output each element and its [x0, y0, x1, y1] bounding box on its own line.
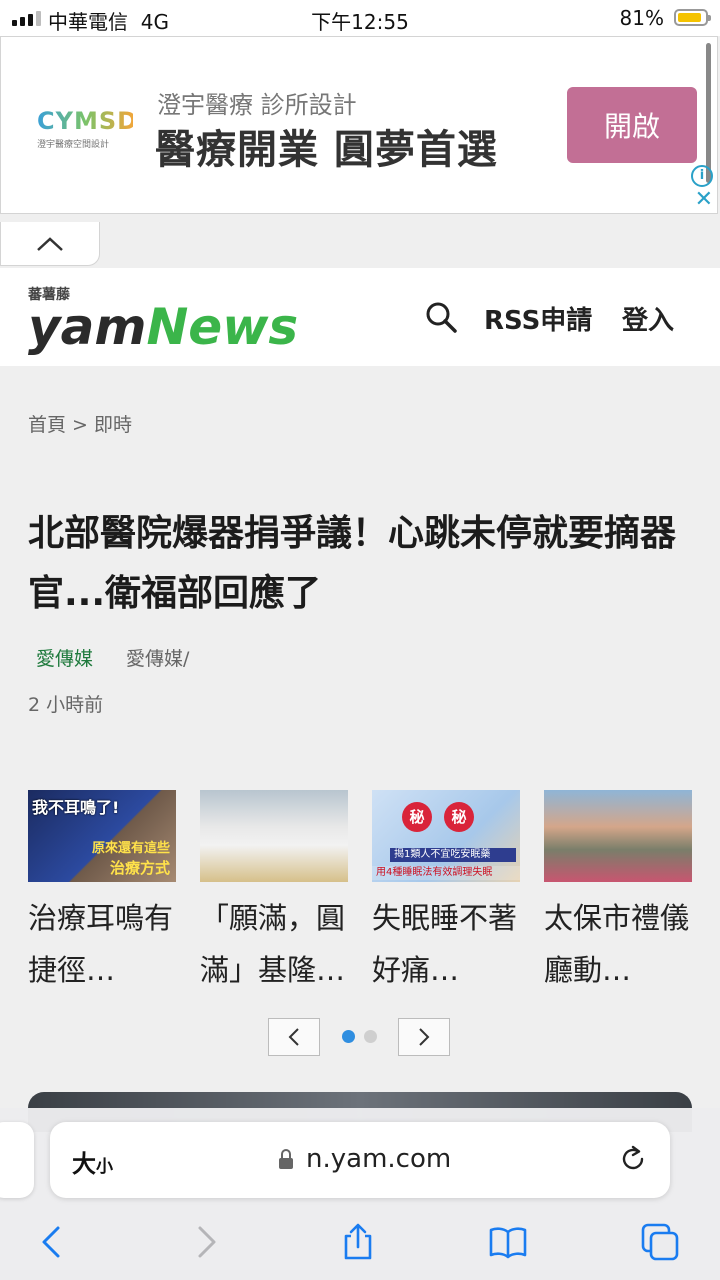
search-icon[interactable] — [424, 300, 458, 334]
chevron-up-icon — [37, 236, 63, 251]
article-author: 愛傳媒/ — [126, 648, 190, 670]
related-card[interactable]: 秘 秘 揭1類人不宜吃安眠藥 用4種睡眠法有效調理失眠 失眠睡不著好痛… — [372, 790, 520, 996]
related-title: 太保市禮儀廳動… — [544, 901, 690, 987]
previous-tab-pill[interactable] — [0, 1122, 34, 1198]
url-text: n.yam.com — [306, 1144, 452, 1174]
forward-icon[interactable] — [186, 1222, 226, 1262]
info-icon[interactable]: i — [691, 165, 713, 187]
bookmarks-icon[interactable] — [488, 1222, 528, 1262]
yam-news-logo[interactable]: 蕃薯藤 yamNews — [28, 284, 298, 352]
chevron-right-icon — [419, 1028, 430, 1046]
browser-toolbar: 大小 n.yam.com — [0, 1108, 720, 1280]
article-time: 2 小時前 — [28, 694, 104, 716]
related-card[interactable]: 太保市禮儀廳動… — [544, 790, 692, 996]
carousel-pager — [268, 1018, 452, 1058]
lock-icon — [279, 1149, 293, 1169]
carousel-prev-button[interactable] — [268, 1018, 320, 1056]
rss-subscribe-link[interactable]: RSS申請 — [484, 300, 592, 337]
ad-subtitle: 澄宇醫療 診所設計 — [157, 91, 357, 119]
site-header: 蕃薯藤 yamNews RSS申請 登入 — [0, 268, 720, 366]
collapse-ad-button[interactable] — [0, 222, 100, 266]
related-title: 失眠睡不著好痛… — [372, 901, 518, 987]
reload-icon[interactable] — [618, 1144, 648, 1174]
battery-icon — [674, 9, 711, 26]
status-bar: 中華電信 4G 下午12:55 81% — [0, 0, 720, 36]
pager-dot[interactable] — [364, 1030, 377, 1043]
status-time: 下午12:55 — [311, 10, 409, 34]
related-thumbnail: 秘 秘 揭1類人不宜吃安眠藥 用4種睡眠法有效調理失眠 — [372, 790, 520, 882]
ad-scrollbar — [706, 43, 711, 183]
tabs-icon[interactable] — [640, 1222, 680, 1262]
share-icon[interactable] — [338, 1222, 378, 1262]
related-thumbnail — [544, 790, 692, 882]
article-headline: 北部醫院爆器捐爭議！心跳未停就要摘器官...衛福部回應了 — [28, 513, 677, 614]
ad-open-button[interactable]: 開啟 — [567, 87, 697, 163]
carousel-next-button[interactable] — [398, 1018, 450, 1056]
related-card[interactable]: 「願滿，圓滿」基隆… — [200, 790, 348, 996]
ad-logo: CYMSD 澄宇醫療空間設計 — [37, 107, 139, 150]
ad-banner[interactable]: CYMSD 澄宇醫療空間設計 澄宇醫療 診所設計 醫療開業 圓夢首選 開啟 i … — [0, 36, 718, 214]
address-bar[interactable]: 大小 n.yam.com — [50, 1122, 670, 1198]
pager-dot-active[interactable] — [342, 1030, 355, 1043]
related-title: 治療耳鳴有捷徑… — [28, 901, 174, 987]
related-title: 「願滿，圓滿」基隆… — [200, 901, 346, 987]
chevron-left-icon — [288, 1028, 299, 1046]
related-thumbnail — [200, 790, 348, 882]
back-icon[interactable] — [32, 1222, 72, 1262]
related-thumbnail: 我不耳鳴了! 原來還有這些 治療方式 — [28, 790, 176, 882]
close-icon[interactable]: ✕ — [695, 189, 713, 211]
breadcrumb[interactable]: 首頁 > 即時 — [28, 410, 132, 437]
article-source[interactable]: 愛傳媒 — [36, 644, 93, 671]
ad-title: 醫療開業 圓夢首選 — [155, 127, 498, 173]
related-carousel: 我不耳鳴了! 原來還有這些 治療方式 治療耳鳴有捷徑… 「願滿，圓滿」基隆… 秘… — [28, 790, 698, 990]
text-size-button[interactable]: 大小 — [72, 1144, 113, 1179]
login-link[interactable]: 登入 — [622, 300, 674, 337]
battery-percent: 81% — [619, 6, 664, 30]
related-card[interactable]: 我不耳鳴了! 原來還有這些 治療方式 治療耳鳴有捷徑… — [28, 790, 176, 996]
